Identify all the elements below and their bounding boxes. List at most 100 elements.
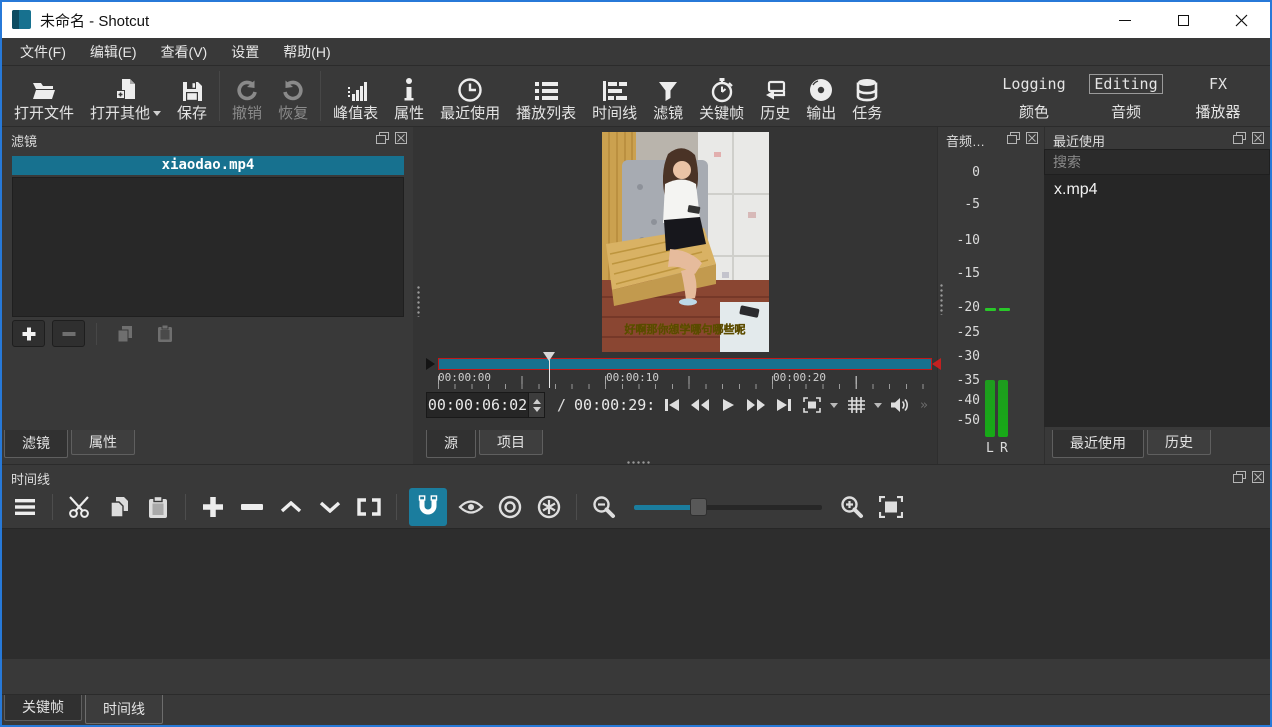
dock-close-icon[interactable]: [1252, 132, 1264, 144]
copy-button[interactable]: [104, 492, 134, 522]
tab-properties[interactable]: 属性: [71, 430, 135, 455]
recent-list[interactable]: x.mp4: [1044, 175, 1270, 427]
slider-knob[interactable]: [690, 498, 707, 516]
caret-down-icon[interactable]: [874, 403, 882, 408]
layout-editing-button[interactable]: Editing: [1089, 74, 1162, 94]
peak-meter-button[interactable]: 峰值表: [325, 68, 386, 124]
tab-recent[interactable]: 最近使用: [1052, 430, 1144, 458]
meter-scale-25: -25: [948, 325, 980, 340]
dock-close-icon[interactable]: [395, 132, 407, 144]
open-file-button[interactable]: 打开文件: [6, 68, 82, 124]
ripple-toggle-button[interactable]: [495, 492, 525, 522]
time-ruler[interactable]: 00:00:00 00:00:10 00:00:20: [426, 371, 932, 389]
dock-float-icon[interactable]: [1233, 471, 1246, 483]
keyframes-button[interactable]: 关键帧: [691, 68, 752, 124]
tab-filters[interactable]: 滤镜: [4, 430, 68, 458]
timeline-tracks-area[interactable]: [2, 528, 1270, 659]
main-toolbar: 打开文件 打开其他 保存 撤销 恢复: [2, 66, 1270, 127]
splitter-handle[interactable]: [417, 285, 420, 317]
copy-icon: [107, 495, 131, 519]
grid-button[interactable]: [842, 393, 870, 417]
properties-button[interactable]: 属性: [386, 68, 432, 124]
open-other-button[interactable]: 打开其他: [82, 68, 169, 124]
cut-button[interactable]: [65, 492, 95, 522]
add-filter-button[interactable]: [12, 320, 45, 347]
search-input[interactable]: [1044, 149, 1270, 175]
rewind-button[interactable]: [686, 393, 714, 417]
channel-label-left: L: [986, 441, 994, 456]
zoom-fit-timeline-button[interactable]: [876, 492, 906, 522]
tab-timeline[interactable]: 时间线: [85, 695, 163, 724]
zoom-in-button[interactable]: [837, 492, 867, 522]
dock-float-icon[interactable]: [1233, 132, 1246, 144]
meter-scale-15: -15: [948, 266, 980, 281]
playlist-button[interactable]: 播放列表: [508, 68, 584, 124]
remove-filter-button[interactable]: [52, 320, 85, 347]
ripple-delete-button[interactable]: [237, 492, 267, 522]
paste-filters-button[interactable]: [148, 320, 181, 347]
toolbar-overflow-chevron[interactable]: »: [920, 398, 928, 413]
copy-filters-button[interactable]: [108, 320, 141, 347]
skip-to-start-button[interactable]: [658, 393, 686, 417]
lift-button[interactable]: [276, 492, 306, 522]
layout-logging-button[interactable]: Logging: [992, 71, 1076, 97]
append-button[interactable]: [198, 492, 228, 522]
undo-button[interactable]: 撤销: [224, 68, 270, 124]
layout-color-button[interactable]: 颜色: [992, 97, 1076, 125]
save-button[interactable]: 保存: [169, 68, 215, 124]
timeline-toggle-button[interactable]: 时间线: [584, 68, 645, 124]
dock-float-icon[interactable]: [376, 132, 389, 144]
tab-history[interactable]: 历史: [1147, 430, 1211, 455]
paste-icon: [155, 324, 175, 344]
zoom-fit-player-button[interactable]: [798, 393, 826, 417]
ruler-label-20: 00:00:20: [773, 371, 826, 384]
skip-to-end-button[interactable]: [770, 393, 798, 417]
layout-audio-button[interactable]: 音频: [1076, 97, 1176, 125]
position-timecode[interactable]: 00:00:06:02: [426, 392, 529, 418]
close-button[interactable]: [1212, 2, 1270, 38]
trim-in-marker[interactable]: [426, 358, 435, 370]
redo-button[interactable]: 恢复: [270, 68, 316, 124]
scrub-bar[interactable]: [438, 358, 932, 370]
overwrite-button[interactable]: [315, 492, 345, 522]
tab-source[interactable]: 源: [426, 430, 476, 458]
menu-help[interactable]: 帮助(H): [271, 38, 342, 66]
caret-down-icon[interactable]: [830, 403, 838, 408]
volume-button[interactable]: [886, 393, 914, 417]
timeline-menu-button[interactable]: [10, 492, 40, 522]
menu-settings[interactable]: 设置: [219, 38, 271, 66]
menu-edit[interactable]: 编辑(E): [78, 38, 149, 66]
ripple-all-tracks-button[interactable]: [534, 492, 564, 522]
toolbar-separator: [320, 71, 321, 121]
timeline-zoom-slider[interactable]: [634, 497, 822, 517]
layout-fx-button[interactable]: FX: [1176, 71, 1260, 97]
tab-keyframes[interactable]: 关键帧: [4, 695, 82, 721]
minimize-button[interactable]: [1096, 2, 1154, 38]
tab-project[interactable]: 项目: [479, 430, 543, 455]
filters-button[interactable]: 滤镜: [645, 68, 691, 124]
menu-file[interactable]: 文件(F): [8, 38, 78, 66]
skip-end-icon: [776, 398, 792, 412]
split-button[interactable]: [354, 492, 384, 522]
timecode-spinner[interactable]: [529, 392, 545, 418]
scrub-while-dragging-button[interactable]: [456, 492, 486, 522]
dock-float-icon[interactable]: [1007, 132, 1020, 144]
output-button[interactable]: 输出: [798, 68, 844, 124]
titlebar[interactable]: 未命名 - Shotcut: [2, 2, 1270, 38]
filters-list[interactable]: [12, 177, 404, 317]
jobs-button[interactable]: 任务: [844, 68, 890, 124]
paste-button[interactable]: [143, 492, 173, 522]
list-item[interactable]: x.mp4: [1044, 175, 1270, 201]
zoom-out-button[interactable]: [589, 492, 619, 522]
dock-close-icon[interactable]: [1026, 132, 1038, 144]
layout-player-button[interactable]: 播放器: [1176, 97, 1260, 125]
maximize-button[interactable]: [1154, 2, 1212, 38]
history-button[interactable]: 历史: [752, 68, 798, 124]
play-button[interactable]: [714, 393, 742, 417]
dock-close-icon[interactable]: [1252, 471, 1264, 483]
snap-toggle-button[interactable]: [409, 488, 447, 526]
fast-forward-button[interactable]: [742, 393, 770, 417]
recent-button[interactable]: 最近使用: [432, 68, 508, 124]
splitter-handle[interactable]: [940, 283, 943, 315]
menu-view[interactable]: 查看(V): [149, 38, 220, 66]
